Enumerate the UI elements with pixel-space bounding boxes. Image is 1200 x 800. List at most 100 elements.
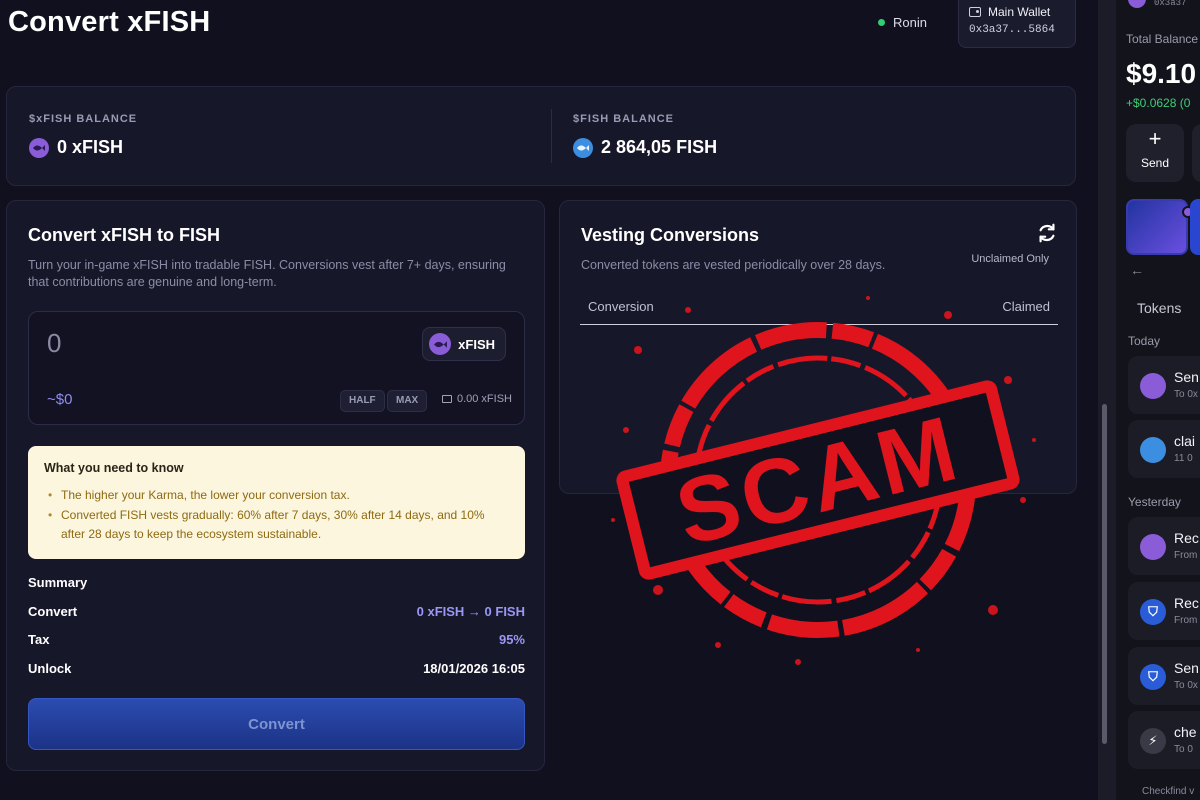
activity-sub: 11 0 bbox=[1174, 453, 1193, 464]
activity-item[interactable]: Rec From bbox=[1128, 517, 1200, 575]
convert-button[interactable]: Convert bbox=[28, 698, 525, 750]
activity-item[interactable]: ⛉ Sen To 0x bbox=[1128, 647, 1200, 705]
xfish-balance-label: $xFISH BALANCE bbox=[29, 113, 138, 125]
page-title: Convert xFISH bbox=[8, 6, 211, 38]
activity-sub: From bbox=[1174, 550, 1198, 561]
amount-input-box[interactable]: 0 xFISH ~$0 HALF MAX 0.00 xFISH bbox=[28, 311, 525, 425]
fish-token-icon bbox=[573, 137, 593, 158]
summary-convert-label: Convert bbox=[28, 604, 78, 619]
sidebar-address: 0x3a37 bbox=[1154, 0, 1187, 8]
activity-sub: To 0x bbox=[1174, 389, 1198, 400]
summary-convert-value: 0 xFISH → 0 FISH bbox=[416, 604, 525, 619]
bolt-icon: ⚡ bbox=[1140, 728, 1166, 754]
summary-heading: Summary bbox=[28, 575, 525, 590]
summary-tax-row: Tax 95% bbox=[28, 632, 525, 647]
vesting-panel: Vesting Conversions Converted tokens are… bbox=[559, 200, 1077, 494]
send-button-label: Send bbox=[1140, 156, 1170, 170]
window-divider bbox=[1098, 0, 1116, 800]
wallet-label: Main Wallet bbox=[988, 5, 1051, 19]
total-balance-label: Total Balance bbox=[1126, 32, 1199, 46]
convert-description: Turn your in-game xFISH into tradable FI… bbox=[28, 258, 506, 289]
available-balance-value: 0.00 xFISH bbox=[456, 393, 512, 405]
convert-panel: Convert xFISH to FISH Turn your in-game … bbox=[6, 200, 545, 771]
xfish-balance-value: 0 xFISH bbox=[57, 137, 124, 157]
activity-title: clai bbox=[1174, 433, 1196, 449]
network-indicator[interactable]: Ronin bbox=[878, 15, 927, 30]
max-button[interactable]: MAX bbox=[387, 390, 428, 412]
nft-thumbnail[interactable] bbox=[1190, 199, 1200, 255]
ronin-icon: ⛉ bbox=[1140, 599, 1166, 625]
refresh-icon[interactable] bbox=[1036, 222, 1058, 244]
xfish-balance: $xFISH BALANCE 0 xFISH bbox=[29, 113, 137, 158]
info-item: The higher your Karma, the lower your co… bbox=[44, 486, 509, 505]
activity-sub: To 0 bbox=[1174, 744, 1193, 755]
ronin-icon: ⛉ bbox=[1140, 664, 1166, 690]
fish-icon bbox=[1140, 534, 1166, 560]
activity-title: Rec bbox=[1174, 530, 1199, 546]
total-balance-value: $9.10 bbox=[1126, 58, 1197, 89]
convert-title: Convert xFISH to FISH bbox=[28, 225, 221, 245]
activity-item[interactable]: clai 11 0 bbox=[1128, 420, 1200, 478]
vesting-title: Vesting Conversions bbox=[581, 225, 760, 245]
plus-icon: + bbox=[1148, 126, 1162, 151]
activity-item[interactable]: ⚡ che To 0 bbox=[1128, 711, 1200, 769]
secondary-action-button[interactable] bbox=[1192, 124, 1200, 182]
info-box: What you need to know The higher your Ka… bbox=[28, 446, 525, 559]
usd-value: ~$0 bbox=[47, 391, 73, 408]
main-area: Convert xFISH Ronin Main Wallet 0x3a37..… bbox=[0, 0, 1098, 800]
nft-thumbnail[interactable] bbox=[1126, 199, 1188, 255]
activity-title: Sen bbox=[1174, 369, 1199, 385]
activity-sub: From bbox=[1174, 615, 1198, 626]
summary-tax-label: Tax bbox=[28, 632, 50, 647]
summary-label: Summary bbox=[28, 575, 88, 590]
token-selector-label: xFISH bbox=[458, 336, 495, 352]
activity-title: che bbox=[1174, 724, 1197, 740]
fish-balance: $FISH BALANCE 2 864,05 FISH bbox=[573, 113, 717, 158]
summary-unlock-value: 18/01/2026 16:05 bbox=[423, 661, 525, 676]
fish-balance-label: $FISH BALANCE bbox=[573, 113, 675, 125]
info-item: Converted FISH vests gradually: 60% afte… bbox=[44, 506, 509, 544]
wallet-icon bbox=[441, 395, 452, 403]
balance-divider bbox=[551, 109, 552, 163]
wallet-sidebar: 0x3a37 Total Balance $9.10 +$0.0628 (0 +… bbox=[1116, 0, 1200, 800]
section-yesterday: Yesterday bbox=[1128, 495, 1181, 509]
activity-item[interactable]: Sen To 0x bbox=[1128, 356, 1200, 414]
vesting-table-header: Conversion Claimed bbox=[580, 289, 1058, 325]
network-status-dot bbox=[878, 19, 885, 26]
section-today: Today bbox=[1128, 334, 1161, 348]
summary-tax-value: 95% bbox=[498, 632, 525, 647]
xfish-token-icon bbox=[29, 137, 49, 158]
tab-tokens[interactable]: Tokens bbox=[1137, 300, 1181, 316]
balance-panel: $xFISH BALANCE 0 xFISH $FISH BALANCE 2 8… bbox=[6, 86, 1076, 186]
account-avatar[interactable] bbox=[1128, 0, 1146, 8]
fish-balance-value: 2 864,05 FISH bbox=[601, 137, 718, 157]
wallet-address: 0x3a37...5864 bbox=[969, 24, 1055, 36]
network-label: Ronin bbox=[893, 15, 927, 30]
wallet-icon bbox=[969, 7, 981, 17]
available-balance: 0.00 xFISH bbox=[441, 393, 512, 405]
balance-delta: +$0.0628 (0 bbox=[1126, 96, 1191, 110]
col-claimed: Claimed bbox=[1002, 299, 1050, 314]
activity-title: Sen bbox=[1174, 660, 1199, 676]
activity-sub: To 0x bbox=[1174, 680, 1198, 691]
fish-icon bbox=[1140, 373, 1166, 399]
activity-title: Rec bbox=[1174, 595, 1199, 611]
amount-input[interactable]: 0 bbox=[47, 328, 61, 359]
wallet-button[interactable]: Main Wallet 0x3a37...5864 bbox=[958, 0, 1076, 48]
summary-unlock-row: Unlock 18/01/2026 16:05 bbox=[28, 661, 525, 676]
activity-item[interactable]: ⛉ Rec From bbox=[1128, 582, 1200, 640]
summary-unlock-label: Unlock bbox=[28, 661, 72, 676]
vesting-description: Converted tokens are vested periodically… bbox=[581, 258, 886, 272]
col-conversion: Conversion bbox=[588, 299, 654, 314]
back-arrow-icon[interactable]: ← bbox=[1130, 262, 1144, 278]
scrollbar-thumb[interactable] bbox=[1102, 404, 1107, 744]
xfish-token-icon bbox=[429, 333, 452, 355]
half-button[interactable]: HALF bbox=[340, 390, 385, 412]
sidebar-footer: Checkfind v bbox=[1142, 786, 1195, 797]
unclaimed-filter[interactable]: Unclaimed Only bbox=[971, 253, 1049, 265]
send-button[interactable]: + Send bbox=[1126, 124, 1184, 182]
info-list: The higher your Karma, the lower your co… bbox=[44, 486, 509, 544]
fish-icon bbox=[1140, 437, 1166, 463]
token-selector[interactable]: xFISH bbox=[422, 327, 506, 361]
info-title: What you need to know bbox=[44, 461, 184, 475]
